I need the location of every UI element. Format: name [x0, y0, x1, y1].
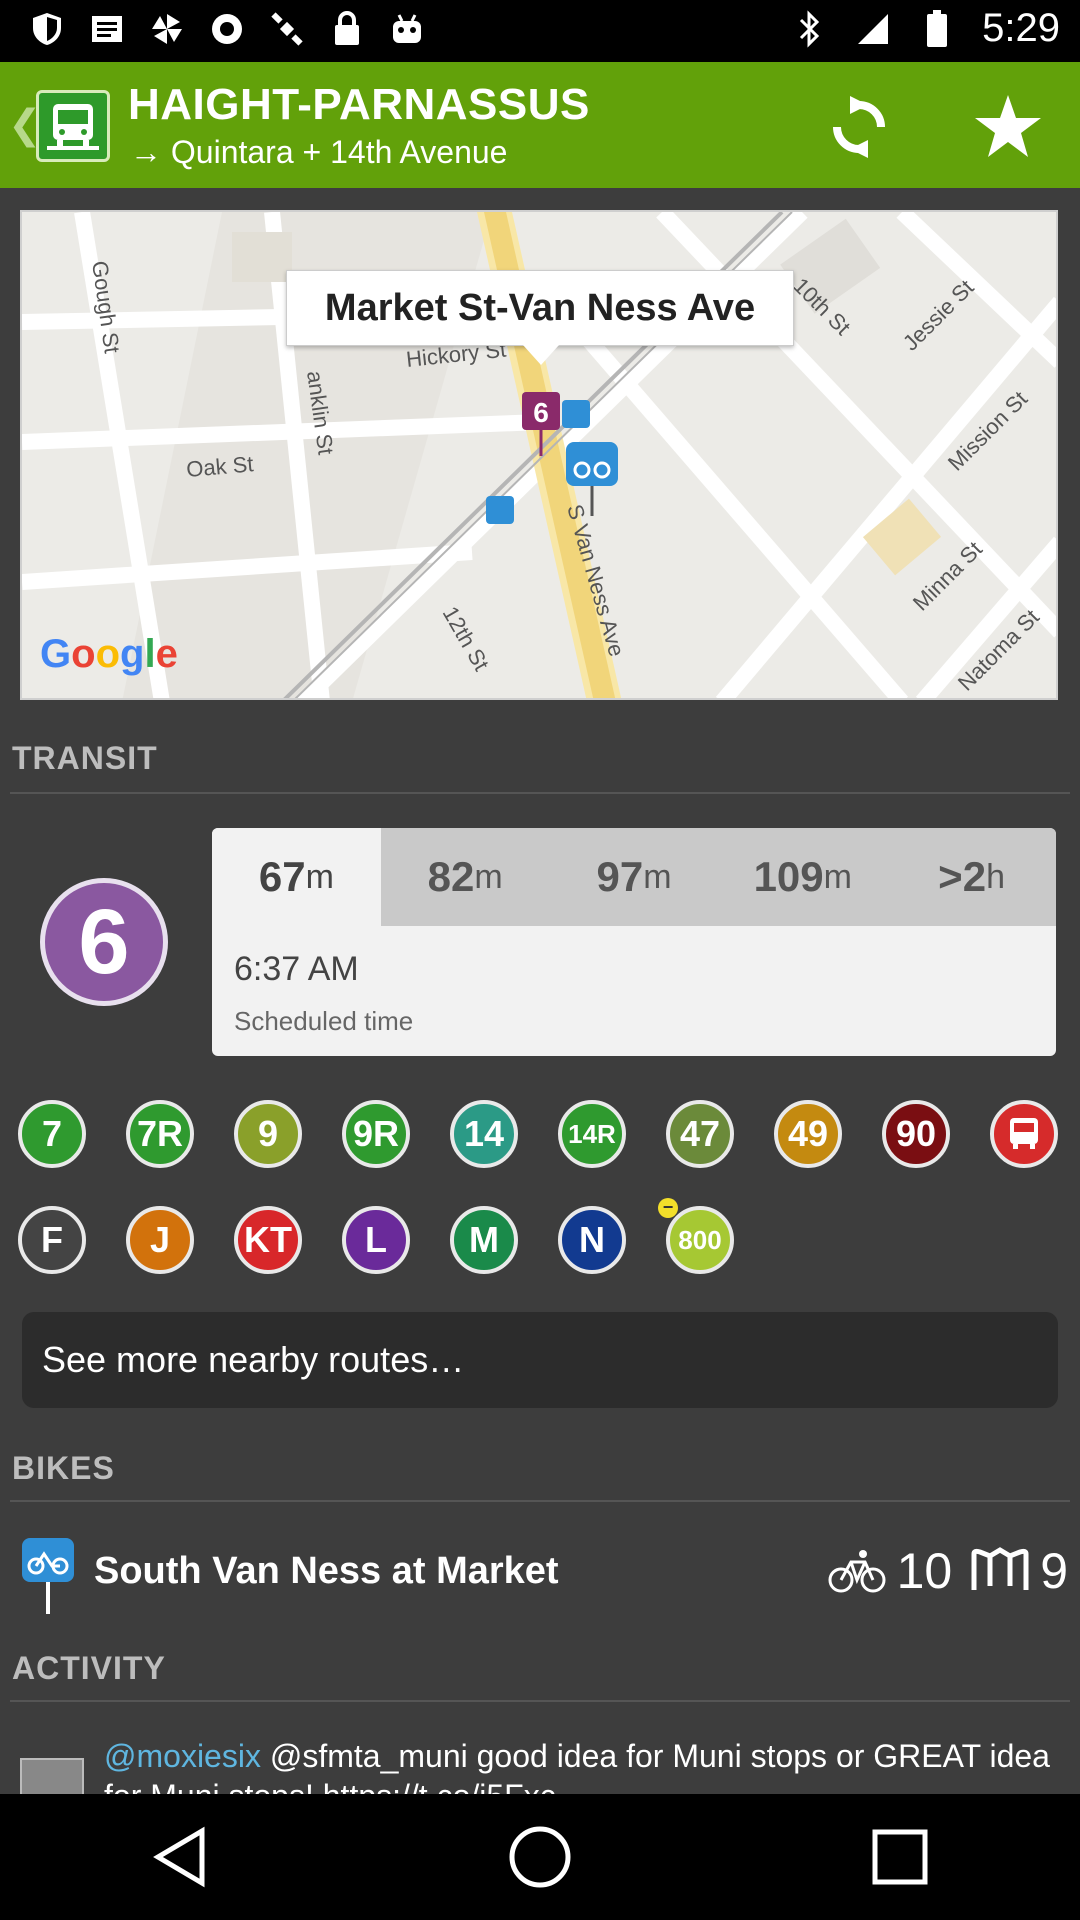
route-7[interactable]: 7 [18, 1100, 86, 1168]
prediction-tabs: 67 m 82 m 97 m 109 m >2 h [212, 828, 1056, 926]
page-title: HAIGHT-PARNASSUS [128, 80, 590, 129]
refresh-button[interactable] [822, 90, 896, 164]
home-circle-icon [509, 1826, 571, 1888]
signal-icon [854, 10, 892, 48]
divider [10, 1500, 1070, 1502]
lock-icon [328, 10, 366, 48]
route-kt[interactable]: KT [234, 1206, 302, 1274]
prediction-tab[interactable]: 82 m [381, 828, 550, 926]
stop-popup[interactable]: Market St-Van Ness Ave [286, 270, 794, 365]
route-n[interactable]: N [558, 1206, 626, 1274]
prediction-tab[interactable]: 109 m [718, 828, 887, 926]
route-row: 7 7R 9 9R 14 14R 47 49 90 [18, 1100, 1068, 1168]
arrival-time-label: Scheduled time [234, 1006, 414, 1036]
favorite-button[interactable] [966, 86, 1050, 166]
map-view[interactable]: Gough St Hickory St anklin St Oak St 12t… [20, 210, 1058, 700]
android-icon [388, 10, 426, 48]
bicycle-icon [828, 1550, 886, 1593]
transit-header: TRANSIT [12, 740, 158, 776]
direction-subtitle: → Quintara + 14th Avenue [130, 134, 508, 170]
bluetooth-icon [790, 9, 828, 48]
action-bar: ❮ HAIGHT-PARNASSUS → Quintara + 14th Ave… [0, 62, 1080, 188]
route-800[interactable]: 800− [658, 1198, 734, 1274]
route-f[interactable]: F [18, 1206, 86, 1274]
route-9[interactable]: 9 [234, 1100, 302, 1168]
svg-text:6: 6 [533, 397, 549, 428]
shield-icon [28, 10, 66, 48]
prediction-tab[interactable]: 97 m [550, 828, 719, 926]
bike-availability: 10 9 [827, 1542, 1068, 1600]
arrival-time: 6:37 AM [234, 950, 359, 988]
avatar [20, 1758, 84, 1794]
tweet-handle[interactable]: @moxiesix [104, 1738, 261, 1774]
divider [10, 792, 1070, 794]
route-47[interactable]: 47 [666, 1100, 734, 1168]
route-l[interactable]: L [342, 1206, 410, 1274]
back-triangle-icon [153, 1826, 205, 1888]
dock-icon [971, 1547, 1029, 1590]
activity-header: ACTIVITY [12, 1650, 166, 1686]
route-j[interactable]: J [126, 1206, 194, 1274]
bike-station-name: South Van Ness at Market [94, 1550, 559, 1592]
pinwheel-icon [148, 10, 186, 48]
see-more-routes-button[interactable]: See more nearby routes… [22, 1312, 1058, 1408]
bike-station-icon [20, 1536, 76, 1614]
route-90[interactable]: 90 [882, 1100, 950, 1168]
route-14[interactable]: 14 [450, 1100, 518, 1168]
status-bar: 5:29 [0, 0, 1080, 62]
route-9r[interactable]: 9R [342, 1100, 410, 1168]
recents-square-icon [872, 1829, 928, 1885]
divider [10, 1700, 1070, 1702]
refresh-icon [833, 96, 885, 158]
bike-station-row[interactable]: South Van Ness at Market 10 9 [0, 1536, 1080, 1626]
star-icon [975, 95, 1041, 157]
route-49[interactable]: 49 [774, 1100, 842, 1168]
record-icon [208, 10, 246, 48]
clock: 5:29 [982, 6, 1060, 50]
notification-icons [28, 10, 426, 48]
tweet-text: @moxiesix @sfmta_muni good idea for Muni… [104, 1738, 1050, 1794]
bikes-header: BIKES [12, 1450, 115, 1486]
home-button[interactable] [480, 1807, 600, 1907]
route-m[interactable]: M [450, 1206, 518, 1274]
nearby-routes: 7 7R 9 9R 14 14R 47 49 90 F J KT L M N 800− [18, 1100, 1068, 1312]
docks-available: 9 [1040, 1543, 1068, 1599]
system-icons: 5:29 [790, 6, 1060, 51]
bus-route-icon[interactable] [990, 1100, 1058, 1168]
route-7r[interactable]: 7R [126, 1100, 194, 1168]
satellite-icon [268, 10, 306, 48]
route-row: F J KT L M N 800− [18, 1198, 1068, 1274]
route-badge[interactable]: 6 [40, 878, 168, 1006]
navigation-bar [0, 1794, 1080, 1920]
recents-button[interactable] [840, 1807, 960, 1907]
route-14r[interactable]: 14R [558, 1100, 626, 1168]
main-content: Gough St Hickory St anklin St Oak St 12t… [0, 188, 1080, 1794]
google-attribution: Google [40, 632, 178, 676]
message-icon [88, 10, 126, 48]
bikes-available: 10 [896, 1543, 953, 1599]
prediction-tab[interactable]: 67 m [212, 828, 381, 926]
prediction-tab[interactable]: >2 h [887, 828, 1056, 926]
back-button[interactable] [120, 1807, 240, 1907]
bus-app-icon[interactable] [36, 90, 110, 162]
remove-route-badge[interactable]: − [658, 1198, 678, 1218]
prediction-card: 67 m 82 m 97 m 109 m >2 h 6:37 AM Scheduled t… [212, 828, 1056, 1056]
battery-icon [918, 9, 956, 48]
